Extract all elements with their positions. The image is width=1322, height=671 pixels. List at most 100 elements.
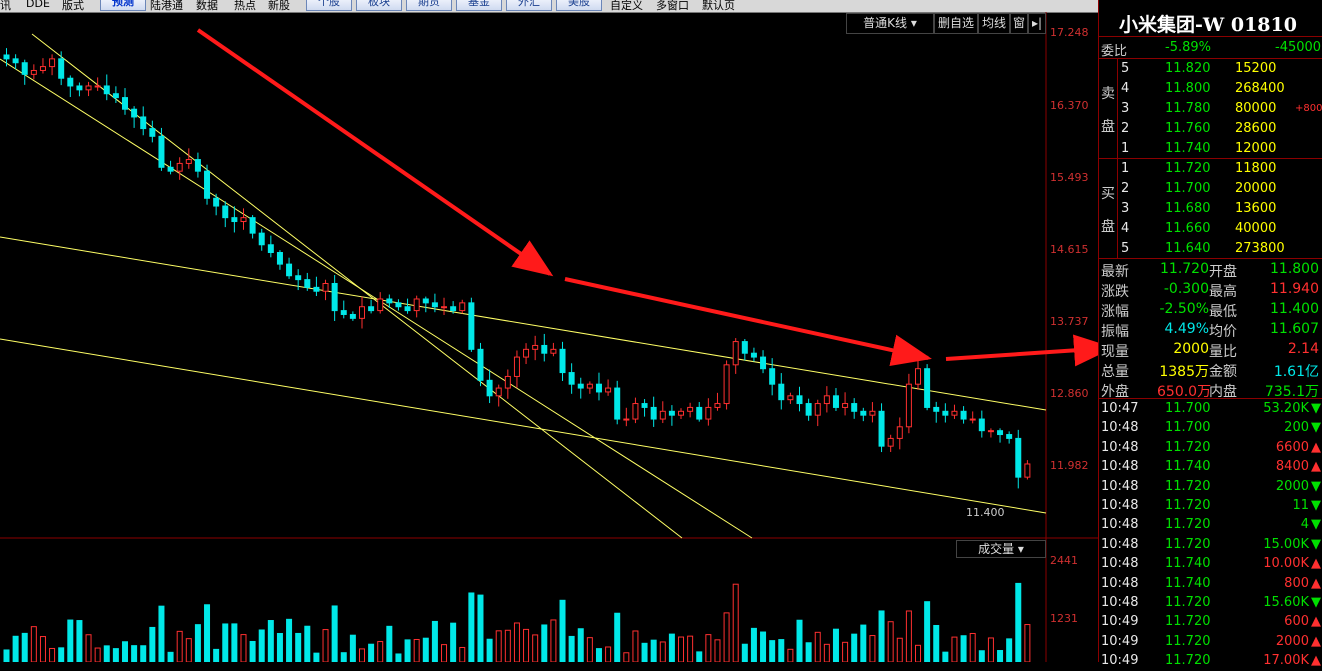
tab-fund[interactable]: 基金 xyxy=(456,0,502,11)
trade-row: 10:48 11.700 200 ▼ xyxy=(1099,418,1322,438)
down-arrow-icon: ▼ xyxy=(1311,478,1321,494)
trade-price: 11.720 xyxy=(1165,517,1211,533)
delete-favorite-button[interactable]: 删自选 xyxy=(934,13,978,34)
volume-bar xyxy=(860,624,867,662)
level-volume: 12000 xyxy=(1235,141,1277,156)
stat-value: 11.607 xyxy=(1270,321,1319,337)
volume-indicator-select[interactable]: 成交量 ▾ xyxy=(956,540,1046,558)
stat-label: 最新 xyxy=(1101,264,1129,280)
sell-level-row[interactable]: 2 11.760 28600 xyxy=(1099,119,1322,139)
level-number: 4 xyxy=(1121,81,1130,96)
buy-level-row[interactable]: 2 11.700 20000 xyxy=(1099,179,1322,199)
forecast-button[interactable]: 预测 xyxy=(100,0,146,11)
trade-price: 11.720 xyxy=(1165,439,1211,455)
kline-chart[interactable] xyxy=(0,12,1098,662)
volume-bar xyxy=(49,647,56,662)
volume-bar xyxy=(632,630,639,662)
candle-body xyxy=(814,403,821,416)
volume-bar xyxy=(112,648,119,662)
trade-price: 11.700 xyxy=(1165,420,1211,436)
trade-price: 11.720 xyxy=(1165,478,1211,494)
volume-bar xyxy=(12,635,19,662)
price-tick: 17.248 xyxy=(1050,26,1089,39)
buy-level-row[interactable]: 5 11.640 273800 xyxy=(1099,239,1322,259)
level-price: 11.720 xyxy=(1165,161,1211,176)
candle-body xyxy=(468,302,475,350)
volume-bar xyxy=(659,641,666,662)
volume-bar xyxy=(760,631,767,662)
trade-volume: 4 xyxy=(1300,517,1309,533)
tab-us-stock[interactable]: 美股 xyxy=(556,0,602,11)
stat-row: 总量 1385万 金额 1.61亿 xyxy=(1099,359,1322,380)
level-volume: 273800 xyxy=(1235,241,1285,256)
up-arrow-icon: ▲ xyxy=(1311,575,1321,591)
candle-body xyxy=(30,69,37,75)
quote-panel: 小米集团-W 01810 委比 -5.89% -45000 卖 盘 5 11.8… xyxy=(1098,0,1322,668)
stat-row: 振幅 4.49% 均价 11.607 xyxy=(1099,319,1322,340)
volume-bar xyxy=(231,623,238,662)
stat-value: 1385万 xyxy=(1159,364,1209,380)
candle-body xyxy=(595,383,602,393)
candle-body xyxy=(614,387,621,420)
level-price: 11.800 xyxy=(1165,81,1211,96)
volume-bar xyxy=(450,622,457,662)
candle-body xyxy=(140,116,147,130)
volume-bar xyxy=(121,641,128,662)
volume-bar xyxy=(577,628,584,662)
candle-body xyxy=(486,379,493,397)
candle-body xyxy=(450,306,457,312)
trade-time: 10:48 xyxy=(1101,517,1139,533)
moving-average-button[interactable]: 均线 xyxy=(978,13,1010,34)
tab-stock[interactable]: 个股 xyxy=(306,0,352,11)
stat-value: 2000 xyxy=(1173,341,1209,357)
volume-bar xyxy=(887,621,894,662)
stat-value: 4.49% xyxy=(1164,321,1209,337)
low-price-marker: 11.400 xyxy=(966,506,1005,519)
window-button[interactable]: 窗 xyxy=(1010,13,1028,34)
trade-volume: 600 xyxy=(1284,614,1309,630)
level-number: 3 xyxy=(1121,201,1130,216)
buy-level-row[interactable]: 4 11.660 40000 xyxy=(1099,219,1322,239)
candle-body xyxy=(194,159,201,172)
candle-body xyxy=(377,298,384,312)
candle-body xyxy=(258,232,265,246)
toolbar-item-dde[interactable]: DDE xyxy=(26,0,50,10)
tab-sector[interactable]: 板块 xyxy=(356,0,402,11)
candle-body xyxy=(687,406,694,412)
trade-time: 10:48 xyxy=(1101,536,1139,552)
candle-body xyxy=(842,403,849,408)
tab-forex[interactable]: 外汇 xyxy=(506,0,552,11)
price-tick: 16.370 xyxy=(1050,99,1089,112)
level-volume: 40000 xyxy=(1235,221,1277,236)
trade-time: 10:49 xyxy=(1101,633,1139,649)
volume-bar xyxy=(441,644,448,662)
trade-time: 10:48 xyxy=(1101,459,1139,475)
volume-bar xyxy=(942,651,949,662)
sell-level-row[interactable]: 1 11.740 12000 xyxy=(1099,139,1322,159)
volume-bar xyxy=(395,653,402,662)
buy-level-row[interactable]: 1 11.720 11800 xyxy=(1099,159,1322,179)
volume-bar xyxy=(595,648,602,662)
sell-level-row[interactable]: 5 11.820 15200 xyxy=(1099,59,1322,79)
candle-body xyxy=(933,406,940,412)
trade-time: 10:48 xyxy=(1101,478,1139,494)
volume-bar xyxy=(978,650,985,662)
sell-level-row[interactable]: 3 11.780 80000 +800 xyxy=(1099,99,1322,119)
trade-volume: 200 xyxy=(1284,420,1309,436)
volume-bar xyxy=(532,634,539,662)
tab-futures[interactable]: 期货 xyxy=(406,0,452,11)
candle-body xyxy=(322,282,329,292)
trade-price: 11.740 xyxy=(1165,459,1211,475)
candle-body xyxy=(641,403,648,408)
candle-body xyxy=(760,356,767,370)
kline-type-select[interactable]: 普通K线 ▾ xyxy=(846,13,934,34)
sell-level-row[interactable]: 4 11.800 268400 xyxy=(1099,79,1322,99)
volume-bar xyxy=(258,629,265,662)
volume-bar xyxy=(915,644,922,662)
buy-level-row[interactable]: 3 11.680 13600 xyxy=(1099,199,1322,219)
level-number: 3 xyxy=(1121,101,1130,116)
candle-body xyxy=(559,348,566,374)
expand-icon[interactable]: ▸| xyxy=(1028,13,1046,34)
volume-bar xyxy=(504,629,511,662)
trade-row: 10:49 11.720 600 ▲ xyxy=(1099,612,1322,632)
